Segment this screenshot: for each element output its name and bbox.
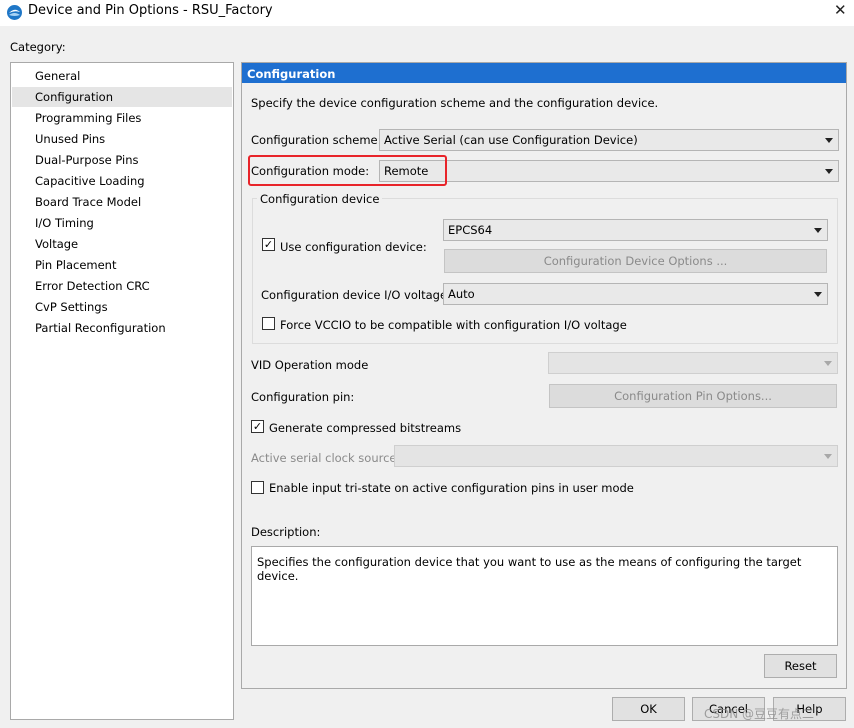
force-vccio-checkbox[interactable] [262,317,275,330]
io-voltage-value: Auto [448,287,475,301]
description-text: Specifies the configuration device that … [257,555,802,583]
use-configuration-device-label: Use configuration device: [280,240,427,254]
use-configuration-device-checkbox[interactable]: ✓ [262,238,275,251]
vid-operation-mode-label: VID Operation mode [251,358,369,372]
category-list[interactable]: General Configuration Programming Files … [10,62,234,720]
chevron-down-icon [824,361,832,366]
generate-compressed-bitstreams-checkbox[interactable]: ✓ [251,420,264,433]
watermark-text: CSDN @豆豆有点二 [704,707,815,721]
category-item-general[interactable]: General [12,66,232,86]
enable-tristate-checkbox[interactable] [251,481,264,494]
vid-operation-mode-dropdown[interactable] [548,352,838,374]
chevron-down-icon [814,228,822,233]
chevron-down-icon [814,292,822,297]
category-label: Category: [10,40,66,54]
chevron-down-icon [825,169,833,174]
panel-header: Configuration [242,63,846,83]
configuration-scheme-label: Configuration scheme: [251,133,382,147]
configuration-device-options-button[interactable]: Configuration Device Options ... [444,249,827,273]
category-item-dual-purpose-pins[interactable]: Dual-Purpose Pins [12,150,232,170]
category-item-pin-placement[interactable]: Pin Placement [12,255,232,275]
configuration-scheme-value: Active Serial (can use Configuration Dev… [384,133,638,147]
configuration-device-group-title: Configuration device [257,192,383,206]
category-item-voltage[interactable]: Voltage [12,234,232,254]
chevron-down-icon [824,454,832,459]
window-title: Device and Pin Options - RSU_Factory [28,3,273,18]
app-logo-icon [7,5,22,20]
active-serial-clock-source-label: Active serial clock source: [251,451,401,465]
category-item-io-timing[interactable]: I/O Timing [12,213,232,233]
panel-intro-text: Specify the device configuration scheme … [251,96,659,110]
configuration-panel: Configuration Specify the device configu… [241,62,847,689]
close-icon[interactable]: ✕ [834,1,847,19]
highlight-box [248,155,447,186]
configuration-device-dropdown[interactable]: EPCS64 [443,219,828,241]
category-item-configuration[interactable]: Configuration [12,87,232,107]
configuration-pin-label: Configuration pin: [251,390,355,404]
io-voltage-dropdown[interactable]: Auto [443,283,828,305]
force-vccio-label: Force VCCIO to be compatible with config… [280,318,627,332]
title-bar: Device and Pin Options - RSU_Factory ✕ [0,0,854,26]
description-box: Specifies the configuration device that … [251,546,838,646]
description-label: Description: [251,525,321,539]
active-serial-clock-source-dropdown[interactable] [394,445,838,467]
enable-tristate-label: Enable input tri-state on active configu… [269,481,634,495]
configuration-scheme-dropdown[interactable]: Active Serial (can use Configuration Dev… [379,129,839,151]
category-item-programming-files[interactable]: Programming Files [12,108,232,128]
configuration-pin-options-button[interactable]: Configuration Pin Options... [549,384,837,408]
chevron-down-icon [825,138,833,143]
category-item-cvp-settings[interactable]: CvP Settings [12,297,232,317]
category-item-capacitive-loading[interactable]: Capacitive Loading [12,171,232,191]
category-item-partial-reconfiguration[interactable]: Partial Reconfiguration [12,318,232,338]
io-voltage-label: Configuration device I/O voltage: [261,288,451,302]
category-item-error-detection-crc[interactable]: Error Detection CRC [12,276,232,296]
generate-compressed-bitstreams-label: Generate compressed bitstreams [269,421,462,435]
reset-button[interactable]: Reset [764,654,837,678]
configuration-mode-dropdown[interactable]: Remote [379,160,839,182]
configuration-device-value: EPCS64 [448,223,493,237]
ok-button[interactable]: OK [612,697,685,721]
category-item-board-trace-model[interactable]: Board Trace Model [12,192,232,212]
category-item-unused-pins[interactable]: Unused Pins [12,129,232,149]
